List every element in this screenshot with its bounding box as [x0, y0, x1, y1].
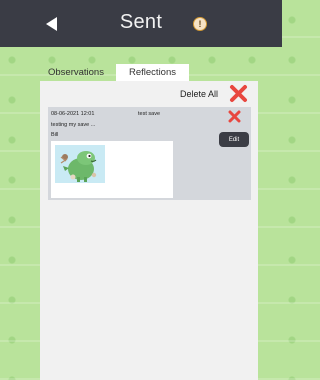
- page-title: Sent: [119, 11, 163, 33]
- tab-reflections[interactable]: Reflections: [116, 64, 189, 81]
- entry-date: 08-06-2021 12:01: [51, 111, 95, 117]
- entry-image[interactable]: [55, 145, 105, 183]
- sent-panel: Delete All 08-06-2021 12:01 test save te…: [40, 81, 258, 380]
- close-x-icon: [230, 85, 247, 102]
- header-bar: Sent !: [0, 0, 282, 47]
- tab-observations[interactable]: Observations: [40, 64, 112, 81]
- entry-text: testing my save ...: [51, 122, 96, 128]
- close-x-icon: [228, 110, 241, 123]
- image-container: [51, 141, 173, 198]
- info-button[interactable]: !: [193, 17, 207, 31]
- edit-button[interactable]: Edit: [219, 132, 249, 147]
- delete-all-label: Delete All: [179, 89, 218, 99]
- delete-all-button[interactable]: [229, 84, 248, 103]
- delete-entry-button[interactable]: [228, 110, 241, 123]
- dinosaur-drawing-icon: [55, 145, 105, 183]
- list-item[interactable]: 08-06-2021 12:01 test save testing my sa…: [48, 107, 251, 200]
- info-icon: !: [198, 18, 202, 29]
- entry-title: test save: [138, 111, 161, 117]
- entry-author: Bill: [51, 132, 59, 138]
